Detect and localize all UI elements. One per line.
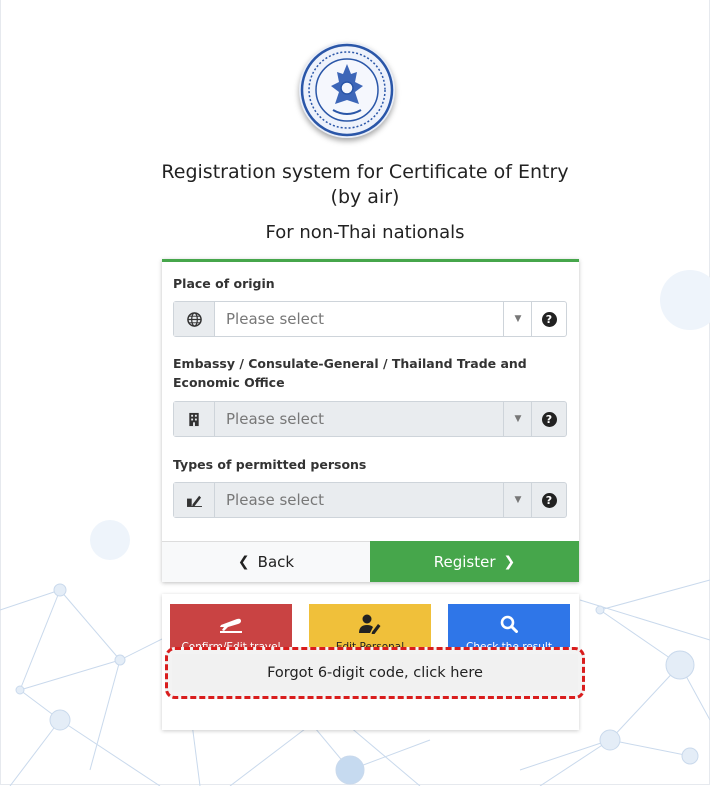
chevron-down-icon[interactable]: ▼	[503, 302, 532, 336]
signature-icon	[174, 483, 215, 517]
origin-label: Place of origin	[173, 276, 275, 291]
building-icon	[174, 402, 215, 436]
back-button-label: Back	[257, 553, 295, 571]
embassy-placeholder: Please select	[226, 410, 325, 428]
help-icon[interactable]: ?	[531, 483, 566, 517]
person-type-placeholder: Please select	[226, 491, 325, 509]
chevron-down-icon[interactable]: ▼	[503, 483, 532, 517]
registration-form-card: Place of origin Please select ▼ ? Embass…	[162, 259, 579, 582]
forgot-code-label: Forgot 6-digit code, click here	[267, 665, 483, 681]
origin-select[interactable]: Please select ▼ ?	[173, 301, 567, 337]
globe-icon	[174, 302, 215, 336]
help-icon[interactable]: ?	[531, 302, 566, 336]
person-type-label: Types of permitted persons	[173, 457, 367, 472]
ministry-seal-logo	[299, 42, 395, 138]
origin-placeholder: Please select	[226, 310, 325, 328]
forgot-code-highlight: Forgot 6-digit code, click here	[165, 647, 585, 699]
forgot-code-button[interactable]: Forgot 6-digit code, click here	[172, 654, 578, 692]
chevron-down-icon[interactable]: ▼	[503, 402, 532, 436]
person-type-select[interactable]: Please select ▼ ?	[173, 482, 567, 518]
search-icon	[448, 612, 570, 636]
embassy-label: Embassy / Consulate-General / Thailand T…	[173, 356, 527, 390]
user-edit-icon	[309, 612, 431, 636]
plane-icon	[170, 612, 292, 636]
register-button[interactable]: Register ❯	[370, 541, 579, 582]
help-icon[interactable]: ?	[531, 402, 566, 436]
back-button[interactable]: ❮ Back	[162, 541, 370, 582]
chevron-left-icon: ❮	[237, 554, 250, 570]
page-title: Registration system for Certificate of E…	[161, 161, 569, 208]
embassy-select[interactable]: Please select ▼ ?	[173, 401, 567, 437]
form-action-row: ❮ Back Register ❯	[162, 541, 579, 582]
page-subtitle: For non-Thai nationals	[265, 222, 465, 243]
register-button-label: Register	[433, 552, 496, 571]
chevron-right-icon: ❯	[503, 553, 516, 570]
